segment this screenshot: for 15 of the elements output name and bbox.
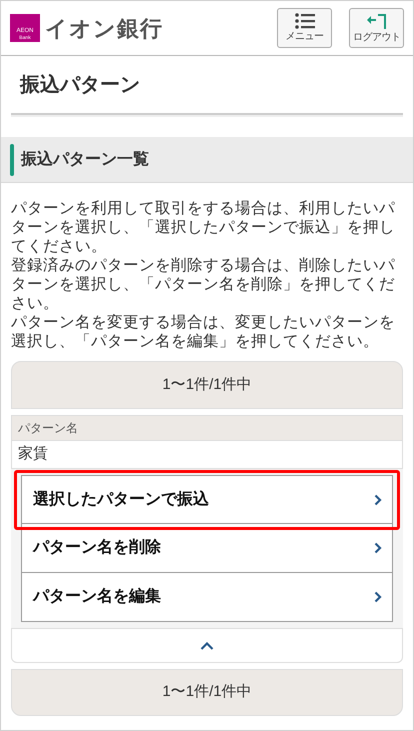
pager-label: 1〜1件/1件中 (11, 669, 403, 716)
menu-button[interactable]: メニュー (277, 8, 332, 48)
instruction-text: 登録済みのパターンを削除する場合は、削除したいパターンを選択し、「パターン名を削除」を押してください。 (11, 256, 396, 313)
bank-name: イオン銀行 (45, 14, 163, 42)
instruction-text: パターン名を変更する場合は、変更したいパターンを選択し、「パターン名を編集」を押してください。 (11, 313, 396, 351)
action-button[interactable]: パターン名を削除 (21, 524, 393, 573)
column-header: パターン名 (18, 420, 78, 437)
pager-label: 1〜1件/1件中 (11, 361, 403, 409)
logout-button[interactable]: ログアウト (349, 8, 404, 48)
action-button[interactable]: パターン名を編集 (21, 573, 393, 622)
page-title: 振込パターン (18, 73, 141, 98)
action-button[interactable]: 選択したパターンで振込 (21, 475, 393, 524)
instruction-text: パターンを利用して取引をする場合は、利用したいパターンを選択し、「選択したパターンで振込」を押してください。 (11, 199, 396, 256)
table-cell-text: 家賃 (18, 444, 48, 464)
section-title: 振込パターン一覧 (21, 149, 149, 170)
